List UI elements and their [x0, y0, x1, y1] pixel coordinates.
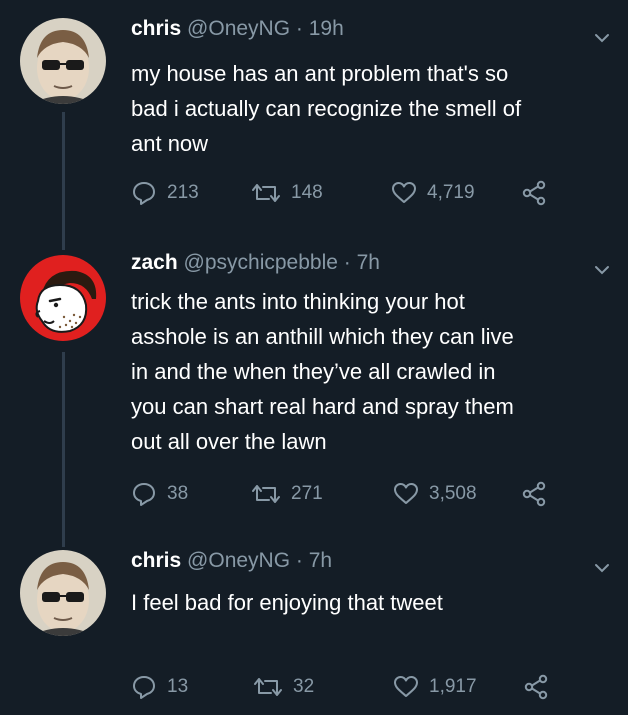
tweet-text-line: in and the when they’ve all crawled in — [131, 359, 496, 384]
share-icon — [524, 674, 548, 700]
reply-count: 13 — [167, 676, 189, 697]
avatar[interactable] — [20, 18, 106, 104]
reply-icon — [133, 676, 155, 699]
tweet-text: my house has an ant problem that's so ba… — [131, 56, 611, 161]
retweet-count: 271 — [291, 483, 323, 504]
tweet-text: trick the ants into thinking your hot as… — [131, 284, 611, 459]
user-handle[interactable]: @OneyNG — [187, 549, 290, 572]
share-button[interactable] — [523, 672, 559, 702]
tweet-header: zach @psychicpebble · 7h — [131, 250, 380, 276]
tweet[interactable]: zach @psychicpebble · 7h trick the ants … — [0, 250, 628, 530]
heart-icon — [394, 676, 418, 697]
separator: · — [295, 549, 303, 572]
tweet-actions: 213 148 4,719 — [131, 178, 611, 208]
retweet-icon — [252, 485, 280, 503]
retweet-count: 32 — [293, 676, 315, 697]
retweet-button[interactable]: 148 — [251, 178, 323, 208]
share-button[interactable] — [521, 479, 557, 509]
chevron-down-icon[interactable] — [592, 558, 612, 578]
chevron-down-icon[interactable] — [592, 28, 612, 48]
timestamp[interactable]: 7h — [309, 549, 332, 572]
avatar[interactable] — [20, 255, 106, 341]
retweet-button[interactable]: 271 — [251, 479, 323, 509]
display-name[interactable]: chris — [131, 549, 181, 572]
tweet-text-line: ant now — [131, 131, 209, 156]
retweet-icon — [254, 678, 282, 696]
reply-button[interactable]: 38 — [131, 479, 188, 509]
heart-icon — [392, 182, 416, 203]
display-name[interactable]: chris — [131, 17, 181, 40]
avatar[interactable] — [20, 550, 106, 636]
timestamp[interactable]: 19h — [309, 17, 344, 40]
reply-count: 213 — [167, 182, 199, 203]
share-button[interactable] — [521, 178, 557, 208]
reply-icon — [133, 182, 155, 205]
tweet-text-line: I feel bad for enjoying that tweet — [131, 590, 443, 615]
tweet[interactable]: chris @OneyNG · 7h I feel bad for enjoyi… — [0, 548, 628, 708]
separator: · — [343, 251, 351, 274]
reply-count: 38 — [167, 483, 189, 504]
tweet[interactable]: chris @OneyNG · 19h my house has an ant … — [0, 16, 628, 216]
user-handle[interactable]: @OneyNG — [187, 17, 290, 40]
reply-button[interactable]: 13 — [131, 672, 188, 702]
reply-icon — [133, 483, 155, 506]
share-icon — [522, 180, 546, 206]
like-count: 4,719 — [427, 182, 475, 203]
heart-icon — [394, 483, 418, 504]
tweet-header: chris @OneyNG · 19h — [131, 16, 344, 42]
separator: · — [295, 17, 303, 40]
tweet-text: I feel bad for enjoying that tweet — [131, 585, 611, 620]
like-count: 1,917 — [429, 676, 477, 697]
tweet-actions: 38 271 3,508 — [131, 479, 611, 509]
user-handle[interactable]: @psychicpebble — [184, 251, 338, 274]
tweet-actions: 13 32 1,917 — [131, 672, 611, 702]
tweet-text-line: my house has an ant problem that's so — [131, 61, 509, 86]
share-icon — [522, 481, 546, 507]
tweet-text-line: asshole is an anthill which they can liv… — [131, 324, 514, 349]
tweet-text-line: bad i actually can recognize the smell o… — [131, 96, 522, 121]
like-count: 3,508 — [429, 483, 477, 504]
chevron-down-icon[interactable] — [592, 260, 612, 280]
retweet-button[interactable]: 32 — [253, 672, 314, 702]
display-name[interactable]: zach — [131, 251, 178, 274]
like-button[interactable]: 1,917 — [393, 672, 477, 702]
like-button[interactable]: 3,508 — [393, 479, 477, 509]
tweet-text-line: out all over the lawn — [131, 429, 327, 454]
tweet-text-line: trick the ants into thinking your hot — [131, 289, 465, 314]
tweet-text-line: you can shart real hard and spray them — [131, 394, 514, 419]
retweet-count: 148 — [291, 182, 323, 203]
tweet-header: chris @OneyNG · 7h — [131, 548, 332, 574]
timestamp[interactable]: 7h — [357, 251, 380, 274]
like-button[interactable]: 4,719 — [391, 178, 475, 208]
retweet-icon — [252, 184, 280, 202]
reply-button[interactable]: 213 — [131, 178, 199, 208]
